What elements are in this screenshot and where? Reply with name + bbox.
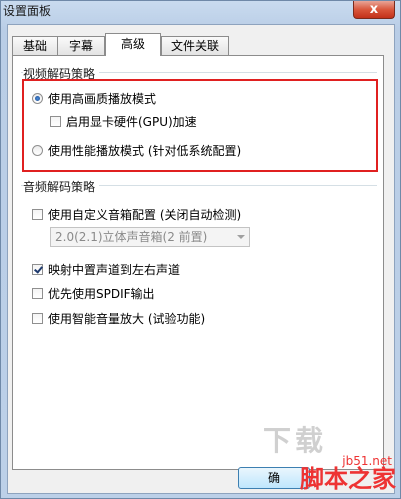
tab-file-association[interactable]: 文件关联 xyxy=(161,36,229,55)
speaker-config-value: 2.0(2.1)立体声音箱(2 前置) xyxy=(55,230,208,244)
checkbox-smart-volume[interactable]: 使用智能音量放大 (试验功能) xyxy=(32,310,205,327)
checkbox[interactable] xyxy=(32,288,43,299)
checkbox-prefer-spdif-label: 优先使用SPDIF输出 xyxy=(48,287,155,301)
checkbox-custom-speaker-label: 使用自定义音箱配置 (关闭自动检测) xyxy=(48,208,242,222)
checkbox-map-center-label: 映射中置声道到左右声道 xyxy=(48,263,181,277)
advanced-panel: 视频解码策略 使用高画质播放模式 启用显卡硬件(GPU)加速 使用性能播放模式 … xyxy=(12,55,384,470)
audio-group-title: 音频解码策略 xyxy=(23,178,100,195)
radio-performance-label: 使用性能播放模式 (针对低系统配置) xyxy=(48,144,242,158)
tab-basic[interactable]: 基础 xyxy=(12,36,58,55)
checkbox[interactable] xyxy=(32,313,43,324)
radio-performance[interactable]: 使用性能播放模式 (针对低系统配置) xyxy=(32,142,241,159)
tab-advanced[interactable]: 高级 xyxy=(105,33,161,56)
watermark-brand: 脚本之家 xyxy=(300,465,396,493)
checkbox-map-center[interactable]: 映射中置声道到左右声道 xyxy=(32,261,180,278)
checkbox[interactable] xyxy=(32,264,43,275)
title-bar[interactable]: 设置面板 x xyxy=(1,1,400,25)
checkbox-smart-volume-label: 使用智能音量放大 (试验功能) xyxy=(48,312,206,326)
close-button[interactable]: x xyxy=(353,1,395,19)
checkbox-gpu-accel[interactable]: 启用显卡硬件(GPU)加速 xyxy=(50,113,197,130)
checkbox-prefer-spdif[interactable]: 优先使用SPDIF输出 xyxy=(32,285,155,302)
checkbox-custom-speaker[interactable]: 使用自定义音箱配置 (关闭自动检测) xyxy=(32,206,241,223)
radio-high-quality-label: 使用高画质播放模式 xyxy=(48,92,157,106)
window-title: 设置面板 xyxy=(3,4,52,18)
chevron-down-icon xyxy=(237,235,245,239)
radio-button[interactable] xyxy=(32,145,43,156)
radio-button[interactable] xyxy=(32,93,43,104)
speaker-config-select[interactable]: 2.0(2.1)立体声音箱(2 前置) xyxy=(50,227,250,247)
settings-dialog: 设置面板 x 基础 字幕 高级 文件关联 视频解码策略 使用高画质播放模式 启用… xyxy=(0,0,401,499)
checkbox[interactable] xyxy=(50,116,61,127)
checkbox-gpu-accel-label: 启用显卡硬件(GPU)加速 xyxy=(66,115,197,129)
dialog-client-area: 基础 字幕 高级 文件关联 视频解码策略 使用高画质播放模式 启用显卡硬件(GP… xyxy=(7,24,395,494)
checkbox[interactable] xyxy=(32,209,43,220)
watermark-overlay: 下载 xyxy=(263,424,328,457)
tab-subtitle[interactable]: 字幕 xyxy=(57,36,105,55)
radio-high-quality[interactable]: 使用高画质播放模式 xyxy=(32,90,156,107)
